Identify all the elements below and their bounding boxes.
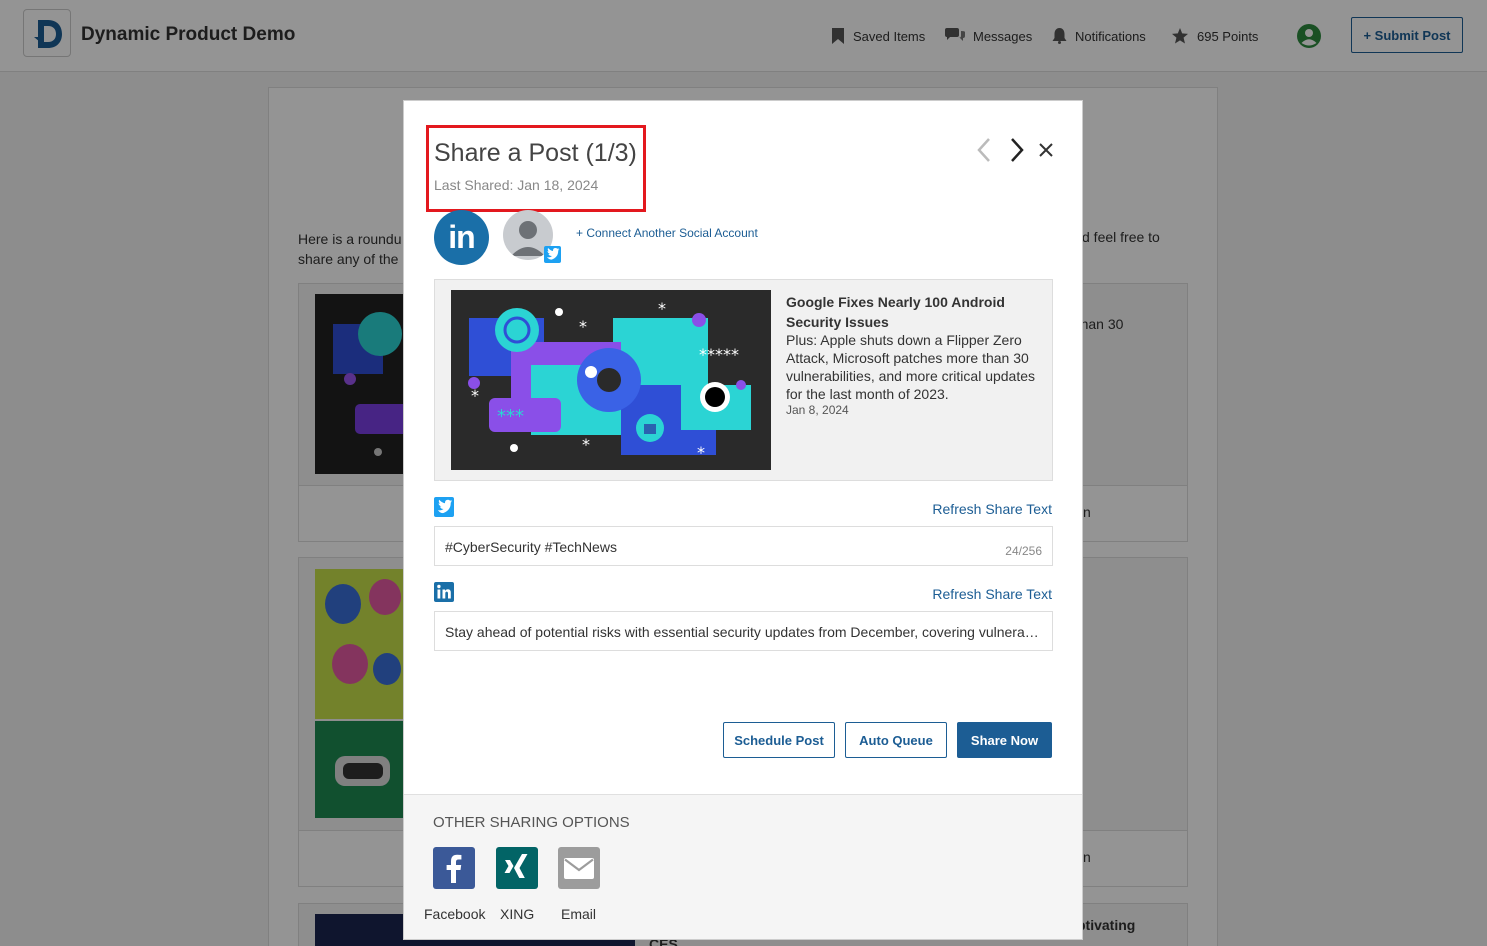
preview-description: Plus: Apple shuts down a Flipper Zero At… bbox=[786, 332, 1036, 402]
post-preview-image: *** ***** * * * * * bbox=[451, 290, 771, 470]
svg-text:*****: ***** bbox=[699, 345, 739, 364]
email-icon bbox=[564, 858, 594, 879]
twitter-badge-icon bbox=[544, 246, 561, 263]
other-sharing-title: OTHER SHARING OPTIONS bbox=[433, 814, 630, 831]
twitter-share-text: #CyberSecurity #TechNews bbox=[445, 539, 617, 555]
linkedin-share-text-field[interactable]: Stay ahead of potential risks with essen… bbox=[434, 611, 1053, 651]
facebook-icon bbox=[446, 854, 462, 883]
svg-text:***: *** bbox=[497, 406, 524, 427]
facebook-label[interactable]: Facebook bbox=[424, 906, 485, 922]
post-preview-card: *** ***** * * * * * Google Fixes Nearly … bbox=[434, 279, 1053, 481]
email-label[interactable]: Email bbox=[561, 906, 596, 922]
svg-text:*: * bbox=[658, 299, 666, 318]
facebook-share-button[interactable] bbox=[433, 847, 475, 889]
linkedin-icon: in bbox=[448, 219, 475, 255]
xing-share-button[interactable] bbox=[496, 847, 538, 889]
linkedin-account[interactable]: in bbox=[434, 210, 489, 265]
xing-icon bbox=[504, 854, 528, 878]
preview-title: Google Fixes Nearly 100 Android Security… bbox=[786, 294, 1005, 330]
schedule-post-button[interactable]: Schedule Post bbox=[723, 722, 835, 758]
twitter-icon bbox=[434, 497, 454, 517]
twitter-share-text-field[interactable]: #CyberSecurity #TechNews 24/256 bbox=[434, 526, 1053, 566]
svg-text:*: * bbox=[471, 386, 479, 405]
previous-arrow-icon[interactable] bbox=[974, 137, 994, 163]
linkedin-share-text: Stay ahead of potential risks with essen… bbox=[445, 624, 1043, 640]
other-sharing-options: OTHER SHARING OPTIONS Facebook XING Emai… bbox=[404, 794, 1082, 939]
email-share-button[interactable] bbox=[558, 847, 600, 889]
close-icon[interactable] bbox=[1038, 142, 1054, 158]
auto-queue-button[interactable]: Auto Queue bbox=[845, 722, 947, 758]
xing-label[interactable]: XING bbox=[500, 906, 534, 922]
refresh-twitter-text-link[interactable]: Refresh Share Text bbox=[932, 501, 1052, 517]
refresh-linkedin-text-link[interactable]: Refresh Share Text bbox=[932, 586, 1052, 602]
svg-text:*: * bbox=[582, 435, 590, 454]
modal-title: Share a Post (1/3) bbox=[434, 139, 637, 167]
connect-account-link[interactable]: + Connect Another Social Account bbox=[576, 226, 758, 240]
share-now-button[interactable]: Share Now bbox=[957, 722, 1052, 758]
share-post-modal: Share a Post (1/3) Last Shared: Jan 18, … bbox=[403, 100, 1083, 940]
svg-text:*: * bbox=[579, 317, 587, 336]
linkedin-small-icon bbox=[434, 582, 454, 602]
security-illustration: *** ***** * * * * * bbox=[451, 290, 771, 470]
character-count: 24/256 bbox=[1005, 544, 1042, 558]
last-shared-text: Last Shared: Jan 18, 2024 bbox=[434, 177, 599, 193]
preview-date: Jan 8, 2024 bbox=[786, 403, 849, 417]
next-arrow-icon[interactable] bbox=[1007, 137, 1027, 163]
svg-text:*: * bbox=[697, 443, 705, 462]
